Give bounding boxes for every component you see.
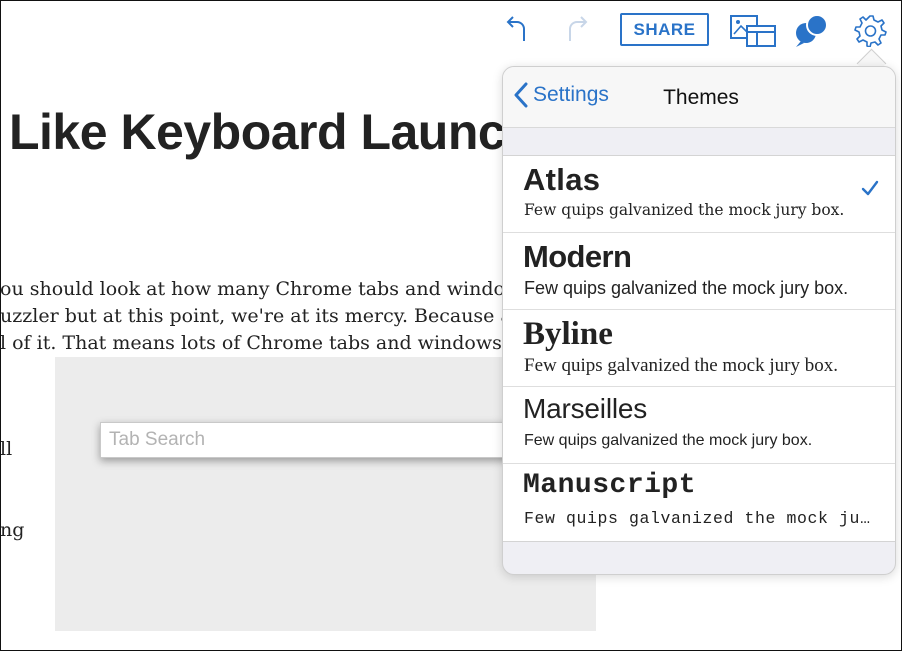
- theme-sample: Few quips galvanized the mock jury box.: [524, 432, 813, 449]
- undo-button[interactable]: [500, 12, 534, 46]
- theme-name: Modern: [523, 239, 632, 274]
- theme-name: Manuscript: [523, 470, 697, 501]
- theme-name: Marseilles: [523, 393, 648, 424]
- themes-popover: Settings Themes Atlas Few quips galvaniz…: [502, 66, 896, 575]
- checkmark-icon: [861, 180, 879, 196]
- theme-option-manuscript[interactable]: Manuscript Few quips galvanized the mock…: [503, 464, 895, 541]
- redo-icon: [569, 16, 588, 41]
- redo-button[interactable]: [560, 12, 594, 46]
- text-fragment: ll: [0, 438, 13, 460]
- theme-option-atlas[interactable]: Atlas Few quips galvanized the mock jury…: [503, 156, 895, 233]
- article-headline: Like Keyboard Launc: [9, 104, 506, 160]
- paragraph-line: uzzler but at this point, we're at its m…: [0, 305, 520, 327]
- text-fragment: ng: [0, 519, 25, 541]
- article-paragraph: ou should look at how many Chrome tabs a…: [0, 276, 520, 357]
- theme-sample: Few quips galvanized the mock jury box.: [524, 278, 849, 298]
- gear-icon: [854, 15, 887, 47]
- theme-list: Atlas Few quips galvanized the mock jury…: [503, 155, 895, 542]
- theme-option-byline[interactable]: Byline Few quips galvanized the mock jur…: [503, 310, 895, 387]
- popover-title: Themes: [663, 86, 739, 109]
- layout-icon: [730, 15, 776, 47]
- theme-sample: Few quips galvanized the mock jury box.: [524, 355, 838, 376]
- theme-option-modern[interactable]: Modern Few quips galvanized the mock jur…: [503, 233, 895, 310]
- theme-name: Atlas: [523, 162, 601, 197]
- tab-search-input[interactable]: [100, 422, 520, 458]
- theme-sample: Few quips galvanized the mock jury box.: [524, 509, 874, 528]
- share-button[interactable]: SHARE: [620, 13, 709, 46]
- undo-icon: [506, 16, 525, 41]
- settings-button[interactable]: [852, 12, 888, 48]
- layout-button[interactable]: [728, 12, 778, 50]
- paragraph-line: l of it. That means lots of Chrome tabs …: [0, 332, 508, 354]
- pin-button[interactable]: [792, 10, 832, 50]
- pin-icon: [796, 14, 828, 47]
- paragraph-line: ou should look at how many Chrome tabs a…: [0, 278, 520, 300]
- popover-header: Settings Themes: [503, 67, 895, 128]
- theme-name: Byline: [523, 316, 613, 352]
- theme-sample: Few quips galvanized the mock jury box.: [524, 201, 845, 219]
- theme-option-marseilles[interactable]: Marseilles Few quips galvanized the mock…: [503, 387, 895, 464]
